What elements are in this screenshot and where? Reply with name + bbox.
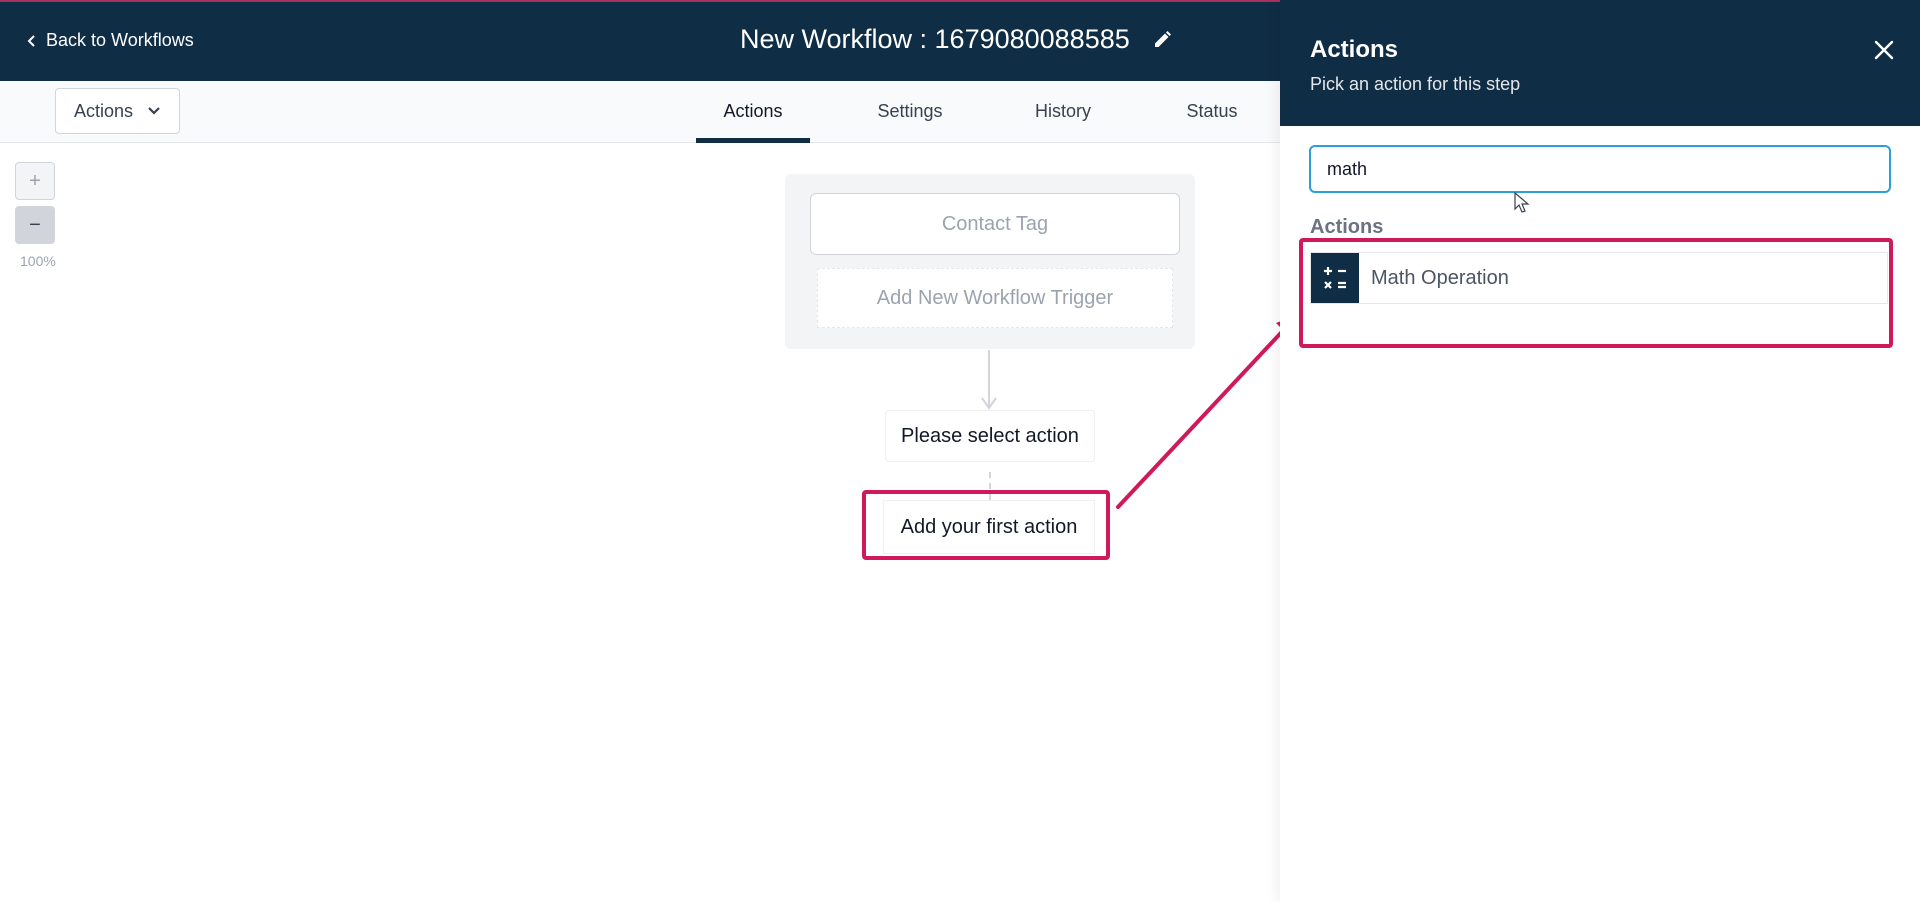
workflow-title: New Workflow : 1679080088585	[740, 24, 1130, 54]
contact-tag-trigger[interactable]: Contact Tag	[810, 193, 1180, 255]
chevron-left-icon	[27, 34, 35, 47]
close-icon[interactable]	[1872, 38, 1896, 62]
zoom-in-button[interactable]: +	[15, 162, 55, 200]
panel-header: Actions Pick an action for this step	[1280, 0, 1920, 126]
results-section-label: Actions	[1310, 216, 1384, 238]
select-action-node[interactable]: Please select action	[885, 410, 1095, 462]
workflow-title-group: New Workflow : 1679080088585	[740, 24, 1172, 55]
tab-actions[interactable]: Actions	[696, 81, 810, 143]
result-item-math-operation[interactable]: Math Operation	[1310, 252, 1888, 304]
add-first-action-button[interactable]: Add your first action	[883, 500, 1095, 554]
panel-title: Actions	[1310, 36, 1399, 63]
pencil-icon[interactable]	[1152, 30, 1172, 50]
zoom-out-button[interactable]: −	[15, 206, 55, 244]
zoom-level: 100%	[20, 253, 56, 269]
tab-history[interactable]: History	[1018, 81, 1108, 141]
back-label: Back to Workflows	[46, 30, 194, 50]
panel-subtitle: Pick an action for this step	[1310, 74, 1521, 94]
actions-panel: Actions Pick an action for this step Act…	[1280, 0, 1920, 902]
result-item-label: Math Operation	[1371, 266, 1509, 289]
action-search-input[interactable]	[1309, 145, 1891, 193]
tab-status[interactable]: Status	[1172, 81, 1252, 141]
tab-settings[interactable]: Settings	[860, 81, 960, 141]
mouse-cursor-icon	[1514, 192, 1530, 213]
sub-toolbar: Actions Actions Settings History Status	[0, 81, 1280, 143]
workflow-builder: Back to Workflows New Workflow : 1679080…	[0, 0, 1920, 902]
calculator-icon	[1311, 253, 1359, 303]
tab-bar: Actions Settings History Status	[0, 81, 1280, 143]
back-to-workflows-link[interactable]: Back to Workflows	[26, 30, 194, 51]
